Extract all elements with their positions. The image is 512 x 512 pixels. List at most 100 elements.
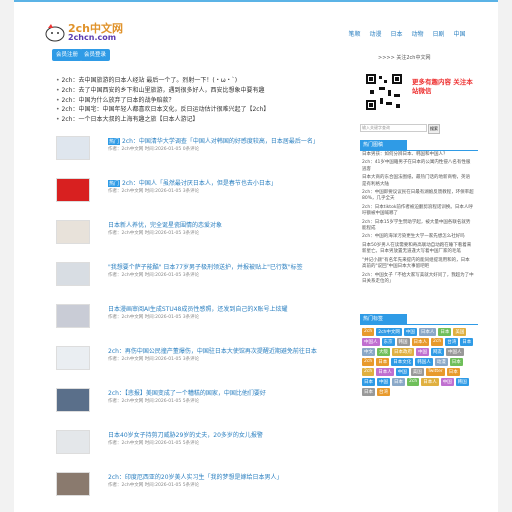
tag-link[interactable]: 台湾 [445,338,459,346]
tag-link[interactable]: 日本 [449,358,463,366]
mascot-icon [45,24,65,42]
nav-item[interactable]: 中国 [449,29,470,38]
tag-link[interactable]: 日本人 [421,378,439,386]
article-title[interactable]: 2ch：【悲报】美国变成了一个糟糕的国家，中国比他们要好 [108,388,266,397]
article-thumbnail[interactable] [56,472,90,496]
article-thumbnail[interactable] [56,304,90,328]
tag-link[interactable]: 2ch [362,328,375,336]
qr-code-icon [364,72,404,112]
news-link[interactable]: 2ch：去中国旅游的日本人经站 最后一个了。烈射一下！(・ω・`) [56,76,336,86]
divider [360,150,478,151]
article-title[interactable]: 热门 2ch：中国清华大学调查「中国人对韩国的好感度较高，日本居最后一名」 [108,136,319,145]
tag-link[interactable]: 网友 [431,348,444,356]
article-item[interactable]: "我想要个萨子能酷" 日本77岁男子极刑领送护，并报被贴上"已行数"标签 作者：… [56,262,336,302]
tag-link[interactable]: Twitter [425,368,445,376]
tag-link[interactable]: 日本 [362,388,375,396]
article-thumbnail[interactable] [56,430,90,454]
tag-link[interactable]: 韩国 [396,338,410,346]
nav-item[interactable]: 笔顺 [344,29,365,38]
hot-post-link[interactable]: 日本男孩：如何分辨日本、韩国和中国人？ [362,152,474,158]
tag-link[interactable]: 日本 [446,368,460,376]
nav-item[interactable]: 日本 [386,29,407,38]
tag-link[interactable]: 韩国 [455,378,469,386]
tag-link[interactable]: 日本 [392,378,405,386]
article-item[interactable]: 日本漫画审阅AI生成STU48成员性感照，还发到自己的X账号上炫耀 作者：2ch… [56,304,336,344]
news-link[interactable]: 2ch：一个日本大叔的上海有趣之旅【日本人游记】 [56,115,336,125]
nav-item[interactable]: 日剧 [428,29,449,38]
register-button[interactable]: 会员注册 [52,49,83,61]
tag-link[interactable]: 日本人 [418,328,437,336]
tag-link[interactable]: 2ch [362,368,375,376]
tag-link[interactable]: 韩国人 [415,358,433,366]
hot-post-link[interactable]: 2ch：日本15岁学生赞助学起，被大量中国各联名就势能程成 [362,220,474,233]
tag-link[interactable]: 东京 [381,338,395,346]
tag-link[interactable]: 美国 [410,368,424,376]
main-nav: 笔顺 动漫 日本 动物 日剧 中国 [344,29,470,38]
article-thumbnail[interactable] [56,388,90,412]
hot-posts-header: 热门图稿 [360,140,407,150]
article-title[interactable]: 日本40岁女子持剪刀威胁29岁的丈夫，20多岁的女儿报警 [108,430,263,439]
tag-link[interactable]: 日本人 [411,338,429,346]
news-link[interactable]: 2ch：去了中国西安的乡下和山里旅游，遇到很多好人，西安比想象中要有趣 [56,86,336,96]
article-title[interactable]: 2ch：再伤中国公民撞产董爆伤，中国驻日本大使馆再次提醒近期避免前往日本 [108,346,317,355]
article-thumbnail[interactable] [56,262,90,286]
article-title[interactable]: 2ch：印度厄西亚的20岁美人实习生「我的梦想是嫁给日本男人」 [108,472,283,481]
hot-post-link[interactable]: 日本大商的东合国法图纸，最热门话的地新商物，英语是有利格大陆 [362,175,474,188]
tag-link[interactable]: 日本 [460,338,474,346]
article-thumbnail[interactable] [56,220,90,244]
hot-post-link[interactable]: 日本50岁男人在读需要和奇高联动自动跑在睡下看着来新星亡。日本男放置无道逢大写着… [362,243,474,256]
tag-link[interactable]: 中国 [377,378,390,386]
tag-link[interactable]: 中国 [403,328,417,336]
search-input[interactable]: 输入关键字查询 [360,124,427,132]
hot-post-link[interactable]: "并记小颜"有名年先来提内的能同组提现用和的，日本高前的"说回"中国日本大事留吧… [362,258,474,271]
article-title[interactable]: 热门 2ch：中国人「虽然最讨厌日本人，但是春节也去小日本」 [108,178,277,187]
article-item[interactable]: 日本新人养优，完全诞星瓷围情的恋爱对象 作者：2ch中文网 时间:2026-01… [56,220,336,260]
tag-link[interactable]: 日本政府 [392,348,414,356]
tag-link[interactable]: 日本 [376,358,390,366]
tag-link[interactable]: 台湾 [377,388,390,396]
tag-link[interactable]: 美国 [453,328,467,336]
tag-link[interactable]: 2ch [362,358,375,366]
article-item[interactable]: 2ch：印度厄西亚的20岁美人实习生「我的梦想是嫁给日本男人」 作者：2ch中文… [56,472,336,512]
tag-link[interactable]: 2ch中文网 [376,328,402,336]
tag-link[interactable]: 中国人 [362,338,380,346]
article-thumbnail[interactable] [56,346,90,370]
article-meta: 作者：2ch中文网 时间:2026-01-05 0条评论 [108,147,200,152]
article-thumbnail[interactable] [56,136,90,160]
hot-post-link[interactable]: 2ch：日本tiktok前作者被迫翻剪浪程诺训换。日本人呼吁额被中国喊哪了 [362,205,474,218]
article-title[interactable]: 日本漫画审阅AI生成STU48成员性感照，还发到自己的X账号上炫耀 [108,304,288,313]
article-item[interactable]: 2ch：再伤中国公民撞产董爆伤，中国驻日本大使馆再次提醒近期避免前往日本 作者：… [56,346,336,386]
news-link[interactable]: 2ch：中国为什么放弃了日本的战争赔款？ [56,96,336,106]
tag-link[interactable]: 2ch [407,378,420,386]
article-title[interactable]: "我想要个萨子能酷" 日本77岁男子极刑领送护，并报被贴上"已行数"标签 [108,262,303,271]
article-title[interactable]: 日本新人养优，完全诞星瓷围情的恋爱对象 [108,220,222,229]
search-button[interactable]: 搜索 [428,124,440,134]
hot-post-link[interactable]: 2ch：41岁中国籍男子在日本的公寓内性侵八名有性服逃客 [362,160,474,173]
tag-link[interactable]: 日本文化 [391,358,414,366]
tag-link[interactable]: 2ch [431,338,444,346]
tag-link[interactable]: 中文 [362,348,375,356]
hot-post-link[interactable]: 2ch：中国女子「不给大家写美就大好问了，我超为了中日关系走位的」 [362,273,474,286]
tag-link[interactable]: 中国 [395,368,409,376]
tag-link[interactable]: 动漫 [434,358,448,366]
tag-link[interactable]: 中国 [440,378,454,386]
tag-link[interactable]: 中国 [416,348,429,356]
article-item[interactable]: 热门 2ch：中国人「虽然最讨厌日本人，但是春节也去小日本」 作者：2ch中文网 … [56,178,336,218]
article-item[interactable]: 热门 2ch：中国清华大学调查「中国人对韩国的好感度较高，日本居最后一名」 作者：… [56,136,336,176]
nav-item[interactable]: 动漫 [365,29,386,38]
hot-posts-list: 日本男孩：如何分辨日本、韩国和中国人？ 2ch：41岁中国籍男子在日本的公寓内性… [362,152,474,287]
news-link[interactable]: 2ch：中国宅：中国年轻人都喜欢日本文化，反日运动估计很难兴起了【2ch】 [56,105,336,115]
article-thumbnail[interactable] [56,178,90,202]
hot-post-link[interactable]: 2ch：中国即要议议民在日最有湖娘反馈教程，环保率超80%，几乎全天 [362,190,474,203]
article-item[interactable]: 日本40岁女子持剪刀威胁29岁的丈夫，20多岁的女儿报警 作者：2ch中文网 时… [56,430,336,470]
qr-promo-text: 更多有趣内容 关注本站微信 [412,78,473,95]
tag-link[interactable]: 大阪 [377,348,390,356]
tag-link[interactable]: 日本 [362,378,375,386]
tag-link[interactable]: 日本人 [376,368,394,376]
tag-link[interactable]: 日本 [438,328,452,336]
article-item[interactable]: 2ch：【悲报】美国变成了一个糟糕的国家，中国比他们要好 作者：2ch中文网 时… [56,388,336,428]
nav-item[interactable]: 动物 [407,29,428,38]
login-button[interactable]: 会员登录 [80,49,111,61]
tag-link[interactable]: 中国人 [446,348,464,356]
hot-post-link[interactable]: 2ch：中国的海洋污染更生大学一家先想怎么社好吗 [362,234,474,240]
